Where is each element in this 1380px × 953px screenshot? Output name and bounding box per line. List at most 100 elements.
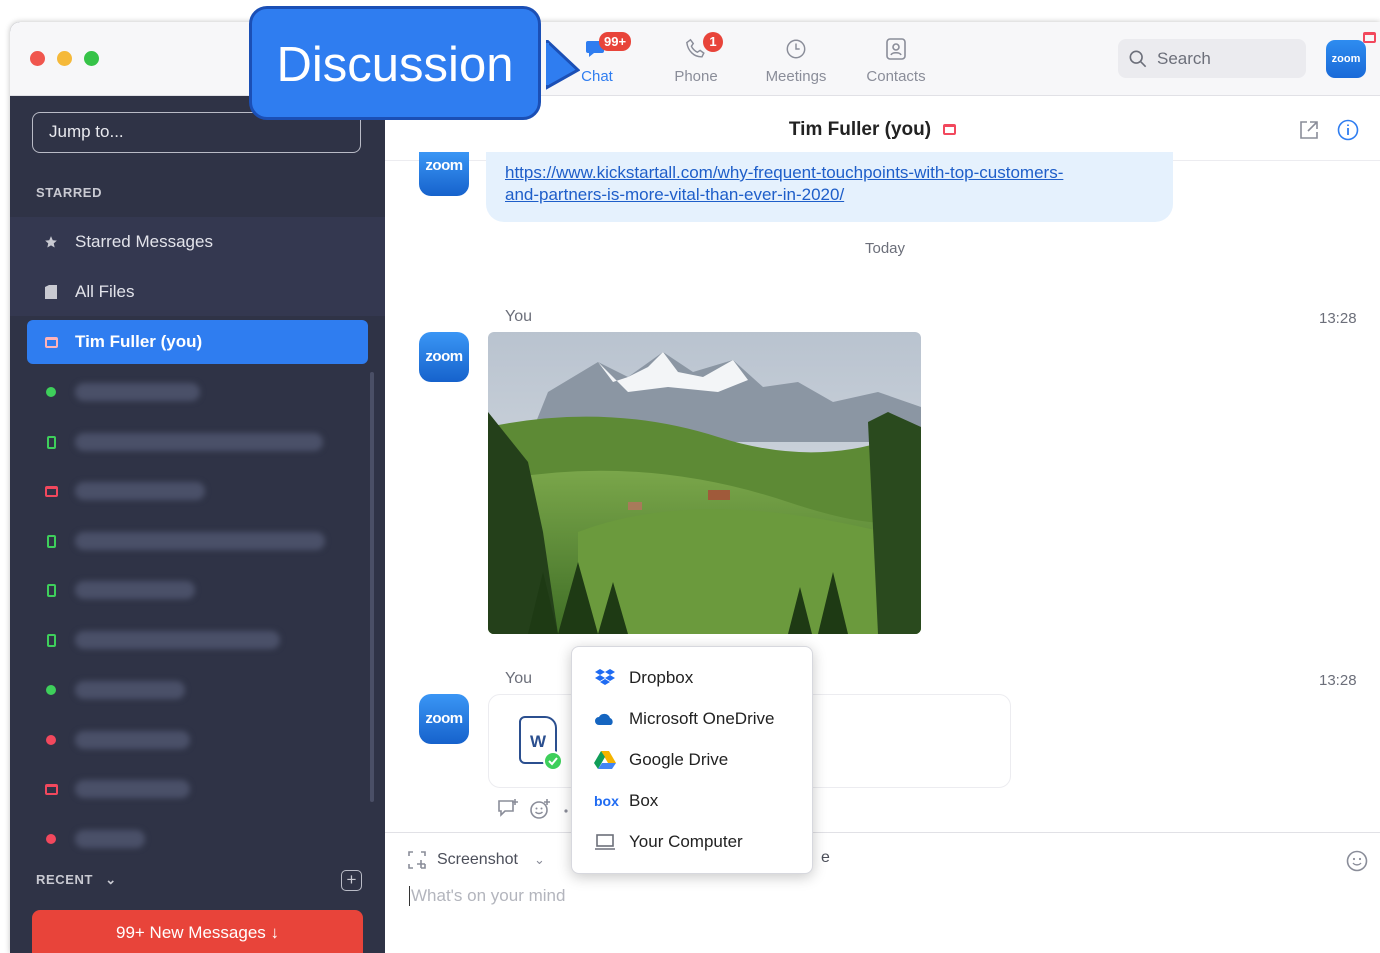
menu-item-box[interactable]: box Box — [572, 780, 812, 821]
message-input[interactable]: What's on your mind — [409, 886, 565, 906]
search-placeholder: Search — [1157, 49, 1211, 68]
minimize-window-button[interactable] — [57, 51, 72, 66]
computer-icon — [594, 833, 629, 851]
date-divider: Today — [865, 240, 906, 257]
add-chat-button[interactable]: + — [341, 870, 362, 891]
mobile-status-icon — [27, 534, 75, 548]
blurred-contact-name — [75, 383, 200, 401]
mobile-status-icon — [27, 583, 75, 597]
blurred-contact-name — [75, 731, 190, 749]
message-time: 13:28 — [1319, 310, 1357, 327]
blurred-contact-name — [75, 830, 145, 848]
menu-item-google-drive[interactable]: Google Drive — [572, 739, 812, 780]
dropbox-icon — [594, 668, 629, 688]
chevron-down-icon[interactable]: ⌄ — [534, 852, 545, 868]
message-time: 13:28 — [1319, 672, 1357, 689]
reply-icon[interactable] — [497, 798, 519, 818]
google-drive-icon — [594, 750, 629, 770]
mobile-status-icon — [27, 633, 75, 647]
upload-complete-icon — [543, 751, 563, 771]
sidebar-item-contact[interactable] — [27, 420, 368, 464]
search-input[interactable]: Search — [1118, 39, 1306, 78]
screenshot-icon — [408, 851, 426, 869]
menu-item-label: Microsoft OneDrive — [629, 708, 775, 728]
message-sender: You — [505, 670, 532, 687]
menu-item-onedrive[interactable]: Microsoft OneDrive — [572, 698, 812, 739]
link-message-bubble: https://www.kickstartall.com/why-frequen… — [486, 152, 1173, 222]
calendar-status-icon — [943, 124, 957, 136]
menu-item-label: Box — [629, 790, 659, 810]
maximize-window-button[interactable] — [84, 51, 99, 66]
tab-phone[interactable]: Phone 1 — [656, 32, 736, 85]
onedrive-icon — [594, 712, 629, 726]
calendar-status-icon — [1363, 32, 1376, 43]
blurred-contact-name — [75, 631, 280, 649]
sidebar-item-contact[interactable] — [27, 370, 368, 414]
star-icon — [27, 235, 75, 249]
sidebar-item-contact[interactable] — [27, 568, 368, 612]
blurred-contact-name — [75, 681, 185, 699]
sidebar-item-label: All Files — [75, 282, 135, 301]
calendar-status-icon — [27, 485, 75, 497]
phone-badge: 1 — [703, 32, 723, 52]
add-reaction-icon[interactable] — [529, 798, 551, 820]
sidebar-item-starred-messages[interactable]: Starred Messages — [27, 220, 368, 264]
busy-status-icon — [27, 834, 75, 844]
new-messages-button[interactable]: 99+ New Messages ↓ — [32, 910, 363, 953]
chat-title: Tim Fuller (you) — [385, 119, 1360, 141]
sender-avatar[interactable]: zoom — [419, 694, 469, 744]
sidebar-item-contact[interactable] — [27, 767, 368, 811]
close-window-button[interactable] — [30, 51, 45, 66]
calendar-status-icon — [27, 783, 75, 795]
menu-item-label: Google Drive — [629, 749, 729, 769]
chat-title-text: Tim Fuller (you) — [788, 119, 932, 140]
menu-item-label: Dropbox — [629, 667, 694, 687]
blurred-contact-name — [75, 482, 205, 500]
search-icon — [1129, 50, 1147, 68]
message-link[interactable]: https://www.kickstartall.com/why-frequen… — [505, 163, 1063, 182]
tab-meetings[interactable]: Meetings — [756, 36, 836, 85]
mobile-status-icon — [27, 435, 75, 449]
tab-contacts-label: Contacts — [866, 68, 926, 85]
pop-out-icon[interactable] — [1298, 119, 1320, 141]
info-icon[interactable] — [1337, 119, 1359, 141]
starred-section-label: STARRED — [36, 185, 103, 200]
blurred-contact-name — [75, 581, 195, 599]
sidebar-item-contact[interactable] — [27, 618, 368, 662]
tab-meetings-label: Meetings — [765, 68, 827, 85]
callout-pointer — [546, 40, 580, 90]
menu-item-label: Your Computer — [629, 831, 743, 851]
more-options-icon[interactable] — [561, 798, 571, 820]
file-icon — [27, 285, 75, 299]
sidebar-item-tim-fuller[interactable]: Tim Fuller (you) — [27, 320, 368, 364]
shared-image[interactable] — [488, 332, 921, 634]
sidebar-item-contact[interactable] — [27, 519, 368, 563]
tab-contacts[interactable]: Contacts — [856, 36, 936, 85]
emoji-icon[interactable] — [1346, 850, 1368, 872]
blurred-contact-name — [75, 532, 325, 550]
recent-section-toggle[interactable]: RECENT ⌄ — [36, 872, 117, 888]
file-button-label-fragment[interactable]: e — [821, 849, 830, 867]
message-actions — [497, 798, 571, 820]
blurred-contact-name — [75, 780, 190, 798]
clock-icon — [756, 36, 836, 62]
sidebar-item-contact[interactable] — [27, 469, 368, 513]
message-link-continued[interactable]: and-partners-is-more-vital-than-ever-in-… — [505, 185, 844, 204]
sidebar-item-all-files[interactable]: All Files — [27, 270, 368, 314]
sidebar-item-contact[interactable] — [27, 817, 368, 861]
menu-item-your-computer[interactable]: Your Computer — [572, 821, 812, 862]
profile-avatar[interactable]: zoom — [1326, 40, 1366, 78]
sender-avatar[interactable]: zoom — [419, 152, 469, 196]
sidebar-scrollbar[interactable] — [370, 372, 374, 802]
menu-item-dropbox[interactable]: Dropbox — [572, 657, 812, 698]
sender-avatar[interactable]: zoom — [419, 332, 469, 382]
file-source-menu: Dropbox Microsoft OneDrive Google Drive … — [571, 646, 813, 874]
contacts-icon — [856, 36, 936, 62]
sidebar-item-contact[interactable] — [27, 718, 368, 762]
calendar-icon — [27, 336, 75, 348]
landscape-image — [488, 332, 921, 634]
screenshot-button[interactable]: Screenshot ⌄ — [407, 850, 545, 870]
sidebar-item-contact[interactable] — [27, 668, 368, 712]
tab-phone-label: Phone — [674, 68, 718, 85]
sidebar-item-label: Starred Messages — [75, 232, 213, 251]
